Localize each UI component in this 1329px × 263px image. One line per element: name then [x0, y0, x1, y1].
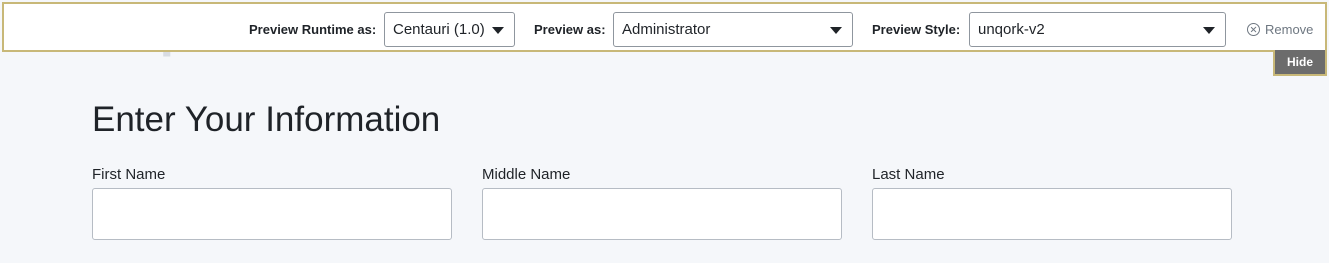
- runtime-label: Preview Runtime as:: [249, 22, 377, 37]
- preview-style-select-value: unqork-v2: [978, 21, 1045, 38]
- last-name-label: Last Name: [872, 166, 945, 183]
- hide-button[interactable]: Hide: [1273, 50, 1327, 76]
- last-name-input[interactable]: [872, 188, 1232, 240]
- preview-as-select-value: Administrator: [622, 21, 711, 38]
- first-name-input[interactable]: [92, 188, 452, 240]
- preview-as-select[interactable]: Administrator: [613, 12, 853, 47]
- runtime-select[interactable]: Centauri (1.0): [384, 12, 515, 47]
- form-title: Enter Your Information: [92, 100, 441, 139]
- preview-toolbar: Preview Runtime as: Centauri (1.0) Previ…: [2, 2, 1327, 52]
- first-name-label: First Name: [92, 166, 166, 183]
- remove-label: Remove: [1265, 22, 1314, 37]
- middle-name-label: Middle Name: [482, 166, 571, 183]
- chevron-down-icon: [830, 27, 842, 34]
- preview-style-label: Preview Style:: [872, 22, 961, 37]
- chevron-down-icon: [492, 27, 504, 34]
- remove-button[interactable]: Remove: [1247, 22, 1313, 37]
- middle-name-input[interactable]: [482, 188, 842, 240]
- runtime-select-value: Centauri (1.0): [393, 21, 485, 38]
- preview-style-select[interactable]: unqork-v2: [969, 12, 1226, 47]
- close-circle-icon: [1247, 23, 1260, 36]
- preview-as-label: Preview as:: [534, 22, 606, 37]
- chevron-down-icon: [1203, 27, 1215, 34]
